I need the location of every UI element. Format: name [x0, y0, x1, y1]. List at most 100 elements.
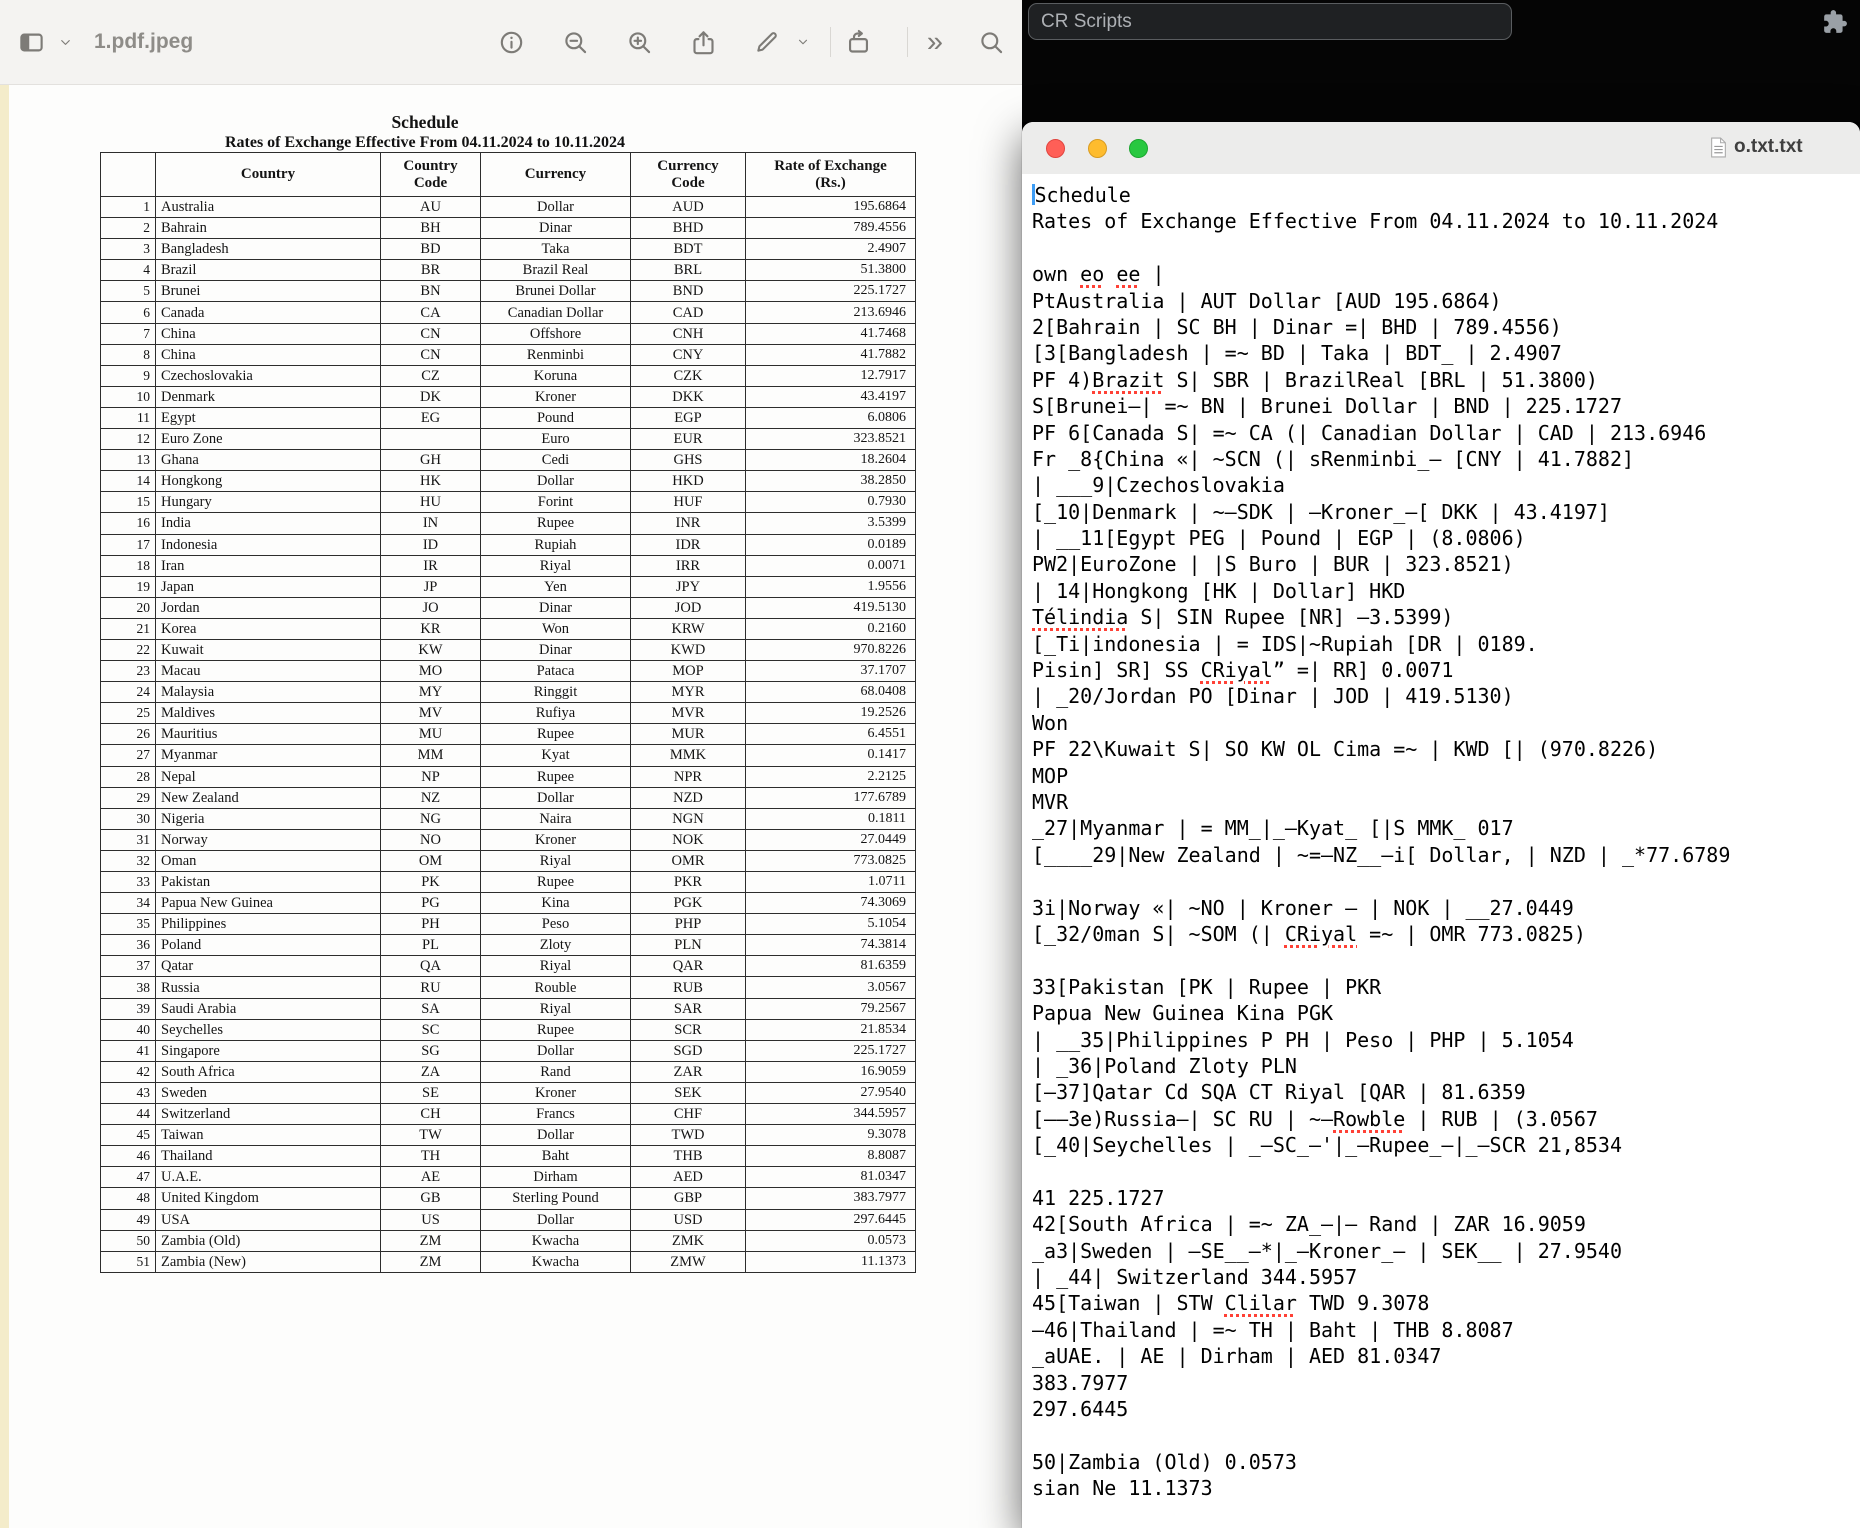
- sidebar-toggle-button[interactable]: [14, 25, 48, 59]
- table-cell: PGK: [631, 893, 746, 914]
- table-cell: Sterling Pound: [481, 1188, 631, 1209]
- text-line[interactable]: | 14|Hongkong [HK | Dollar] HKD: [1032, 578, 1860, 604]
- editor-titlebar[interactable]: o.txt.txt: [1022, 122, 1860, 175]
- text-line[interactable]: 50|Zambia (Old) 0.0573: [1032, 1449, 1860, 1475]
- table-cell: Kuwait: [156, 639, 381, 660]
- text-line[interactable]: | __35|Philippines P PH | Peso | PHP | 5…: [1032, 1027, 1860, 1053]
- text-line[interactable]: Pisin] SR] SS CRiyal” =| RR] 0.0071: [1032, 657, 1860, 683]
- text-line[interactable]: MOP: [1032, 763, 1860, 789]
- text-line[interactable]: [_10|Denmark | ~—SDK | —Kroner_—[ DKK | …: [1032, 499, 1860, 525]
- text-line[interactable]: 383.7977: [1032, 1370, 1860, 1396]
- text-line[interactable]: sian Ne 11.1373: [1032, 1475, 1860, 1501]
- text-line[interactable]: [—37]Qatar Cd SQA CT Riyal [QAR | 81.635…: [1032, 1079, 1860, 1105]
- share-button[interactable]: [686, 25, 720, 59]
- text-line[interactable]: —46|Thailand | =~ TH | Baht | THB 8.8087: [1032, 1317, 1860, 1343]
- text-line[interactable]: 2[Bahrain | SC BH | Dinar =| BHD | 789.4…: [1032, 314, 1860, 340]
- misspelled-word[interactable]: Rowble: [1333, 1107, 1405, 1131]
- text-line[interactable]: 41 225.1727: [1032, 1185, 1860, 1211]
- table-cell: Canadian Dollar: [481, 302, 631, 323]
- text-line[interactable]: _aUAE. | AE | Dirham | AED 81.0347: [1032, 1343, 1860, 1369]
- text-line[interactable]: | _36|Poland Zloty PLN: [1032, 1053, 1860, 1079]
- text-line[interactable]: [1032, 1158, 1860, 1184]
- text-line[interactable]: [1032, 1422, 1860, 1448]
- table-cell: 50: [101, 1230, 156, 1251]
- fullscreen-button[interactable]: [1129, 139, 1148, 158]
- zoom-in-button[interactable]: [622, 25, 656, 59]
- text-line[interactable]: | ___9|Czechoslovakia: [1032, 472, 1860, 498]
- minimize-button[interactable]: [1088, 139, 1107, 158]
- misspelled-word[interactable]: Clilar: [1225, 1291, 1297, 1315]
- table-cell: 51: [101, 1251, 156, 1272]
- more-toolbar-items-button[interactable]: »: [918, 25, 952, 59]
- table-cell: DK: [381, 386, 481, 407]
- table-cell: Zloty: [481, 935, 631, 956]
- table-cell: Czechoslovakia: [156, 365, 381, 386]
- text-line[interactable]: 3i|Norway «| ~NO | Kroner — | NOK | __27…: [1032, 895, 1860, 921]
- text-line[interactable]: | _44| Switzerland 344.5957: [1032, 1264, 1860, 1290]
- text-line[interactable]: 42[South Africa | =~ ZA_—|— Rand | ZAR 1…: [1032, 1211, 1860, 1237]
- text-line[interactable]: PF 4)Brazit S| SBR | BrazilReal [BRL | 5…: [1032, 367, 1860, 393]
- text-line[interactable]: PF 22\Kuwait S| SO KW OL Cima =~ | KWD […: [1032, 736, 1860, 762]
- misspelled-word[interactable]: ee: [1116, 262, 1140, 286]
- text-line[interactable]: [_Ti|indonesia | = IDS|~Rupiah [DR | 018…: [1032, 631, 1860, 657]
- text-line[interactable]: Rates of Exchange Effective From 04.11.2…: [1032, 208, 1860, 234]
- text-line[interactable]: _27|Myanmar | = MM_|_—Kyat_ [|S MMK_ 017: [1032, 815, 1860, 841]
- text-line[interactable]: [____29|New Zealand | ~=—NZ__—i[ Dollar,…: [1032, 842, 1860, 868]
- misspelled-word[interactable]: Brazit: [1092, 368, 1164, 392]
- table-row: 32OmanOMRiyalOMR773.0825: [101, 850, 916, 871]
- text-line[interactable]: PtAustralia | AUT Dollar [AUD 195.6864): [1032, 288, 1860, 314]
- info-button[interactable]: [494, 25, 528, 59]
- text-line[interactable]: [3[Bangladesh | =~ BD | Taka | BDT_ | 2.…: [1032, 340, 1860, 366]
- text-line[interactable]: Won: [1032, 710, 1860, 736]
- text-line[interactable]: 297.6445: [1032, 1396, 1860, 1422]
- table-row: 38RussiaRURoubleRUB3.0567: [101, 977, 916, 998]
- search-button[interactable]: [974, 25, 1008, 59]
- extensions-icon[interactable]: [1822, 9, 1848, 35]
- text-line[interactable]: _a3|Sweden | —SE__—*|_—Kroner_— | SEK__ …: [1032, 1238, 1860, 1264]
- text-line[interactable]: 45[Taiwan | STW Clilar TWD 9.3078: [1032, 1290, 1860, 1316]
- table-row: 36PolandPLZlotyPLN74.3814: [101, 935, 916, 956]
- text-line[interactable]: Fr _8{China «| ~SCN (| sRenminbi_— [CNY …: [1032, 446, 1860, 472]
- misspelled-word[interactable]: Télindia: [1032, 605, 1128, 629]
- text-line[interactable]: own eo ee |: [1032, 261, 1860, 287]
- markup-button[interactable]: [750, 25, 784, 59]
- text-line[interactable]: | _20/Jordan PO [Dinar | JOD | 419.5130): [1032, 683, 1860, 709]
- markup-options-chevron[interactable]: [786, 25, 820, 59]
- misspelled-word[interactable]: CRiyal: [1201, 658, 1273, 682]
- table-cell: NZD: [631, 787, 746, 808]
- close-button[interactable]: [1046, 139, 1065, 158]
- text-line[interactable]: S[Brunei—| =~ BN | Brunei Dollar | BND |…: [1032, 393, 1860, 419]
- view-options-chevron[interactable]: [48, 25, 82, 59]
- table-cell: JO: [381, 597, 481, 618]
- editor-content[interactable]: ScheduleRates of Exchange Effective From…: [1022, 174, 1860, 1528]
- text-line[interactable]: 33[Pakistan [PK | Rupee | PKR: [1032, 974, 1860, 1000]
- text-line[interactable]: | __11[Egypt PEG | Pound | EGP | (8.0806…: [1032, 525, 1860, 551]
- text-line[interactable]: Schedule: [1032, 182, 1860, 208]
- table-cell: BR: [381, 260, 481, 281]
- table-row: 10DenmarkDKKronerDKK43.4197: [101, 386, 916, 407]
- address-bar-text: CR Scripts: [1029, 11, 1132, 33]
- text-line[interactable]: [1032, 868, 1860, 894]
- misspelled-word[interactable]: CRiyal: [1285, 922, 1357, 946]
- text-line[interactable]: [_32/0man S| ~SOM (| CRiyal =~ | OMR 773…: [1032, 921, 1860, 947]
- text-line[interactable]: Télindia S| SIN Rupee [NR] —3.5399): [1032, 604, 1860, 630]
- table-cell: NO: [381, 829, 481, 850]
- misspelled-word[interactable]: eo: [1080, 262, 1104, 286]
- address-bar[interactable]: CR Scripts: [1028, 3, 1512, 40]
- table-cell: 9.3078: [746, 1125, 916, 1146]
- table-cell: 11: [101, 407, 156, 428]
- zoom-out-button[interactable]: [558, 25, 592, 59]
- text-line[interactable]: PW2|EuroZone | |S Buro | BUR | 323.8521): [1032, 551, 1860, 577]
- text-line[interactable]: [1032, 235, 1860, 261]
- text-line[interactable]: [——3e)Russia—| SC RU | ~—Rowble | RUB | …: [1032, 1106, 1860, 1132]
- rotate-button[interactable]: [841, 25, 875, 59]
- text-line[interactable]: [_40|Seychelles | _—SC_—'|_—Rupee_—|_—SC…: [1032, 1132, 1860, 1158]
- info-icon: [498, 29, 525, 56]
- text-line[interactable]: Papua New Guinea Kina PGK: [1032, 1000, 1860, 1026]
- table-cell: Rupee: [481, 724, 631, 745]
- text-line[interactable]: PF 6[Canada S| =~ CA (| Canadian Dollar …: [1032, 420, 1860, 446]
- text-line[interactable]: MVR: [1032, 789, 1860, 815]
- text-line[interactable]: [1032, 947, 1860, 973]
- table-row: 29New ZealandNZDollarNZD177.6789: [101, 787, 916, 808]
- table-cell: Rouble: [481, 977, 631, 998]
